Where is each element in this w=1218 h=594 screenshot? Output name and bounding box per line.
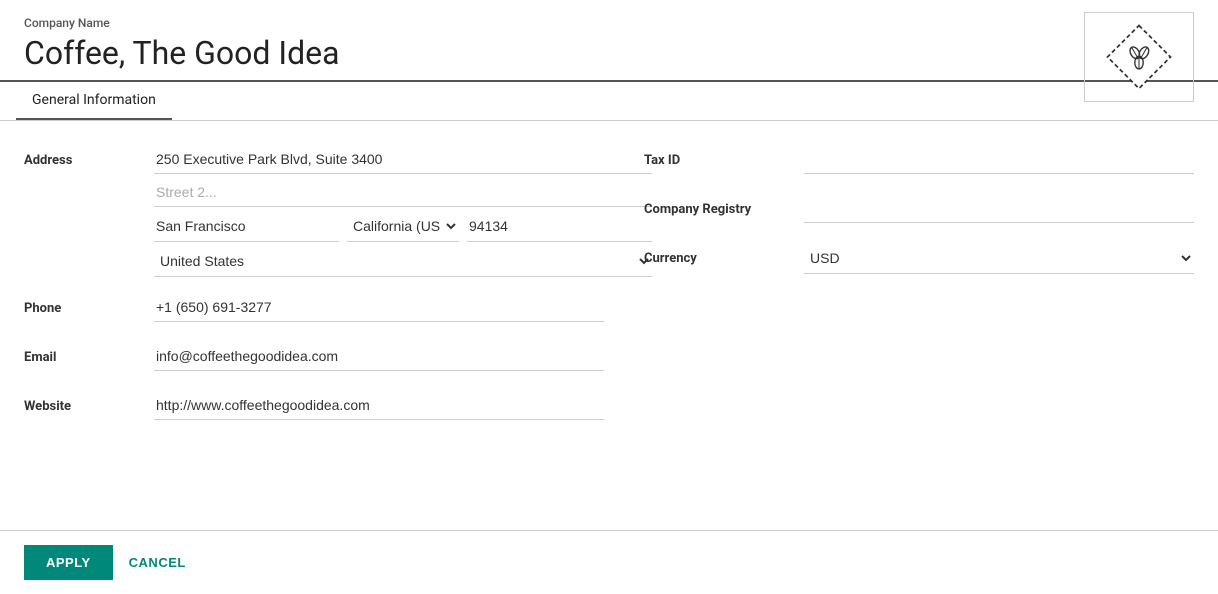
logo-box bbox=[1084, 12, 1194, 102]
currency-label: Currency bbox=[644, 243, 804, 266]
address-inputs: California (US United States bbox=[154, 145, 652, 277]
city-input[interactable] bbox=[154, 211, 339, 242]
company-name-label: Company Name bbox=[24, 16, 1194, 30]
right-column: Tax ID Company Registry Currency USD EUR… bbox=[644, 145, 1194, 506]
header: Company Name Coffee, The Good Idea bbox=[0, 0, 1218, 82]
email-field-row: Email bbox=[24, 342, 604, 375]
tax-id-input[interactable] bbox=[804, 145, 1194, 174]
phone-label: Phone bbox=[24, 293, 154, 316]
company-registry-field-row: Company Registry bbox=[644, 194, 1194, 223]
country-select[interactable]: United States bbox=[154, 246, 652, 277]
footer: APPLY CANCEL bbox=[0, 530, 1218, 594]
company-name-value: Coffee, The Good Idea bbox=[24, 34, 1194, 72]
tax-id-field-row: Tax ID bbox=[644, 145, 1194, 174]
phone-inputs bbox=[154, 293, 604, 326]
zip-input[interactable] bbox=[467, 211, 652, 242]
logo-icon bbox=[1104, 22, 1174, 92]
address-field-row: Address California (US United States bbox=[24, 145, 604, 277]
email-input[interactable] bbox=[154, 342, 604, 371]
city-state-zip-row: California (US bbox=[154, 211, 652, 242]
website-input[interactable] bbox=[154, 391, 604, 420]
currency-field-row: Currency USD EUR GBP bbox=[644, 243, 1194, 274]
content: Address California (US United States bbox=[0, 121, 1218, 530]
currency-select[interactable]: USD EUR GBP bbox=[804, 243, 1194, 274]
country-row: United States bbox=[154, 246, 652, 277]
phone-field-row: Phone bbox=[24, 293, 604, 326]
company-registry-input[interactable] bbox=[804, 194, 1194, 223]
company-registry-label: Company Registry bbox=[644, 194, 804, 217]
apply-button[interactable]: APPLY bbox=[24, 545, 113, 580]
email-inputs bbox=[154, 342, 604, 375]
tax-id-label: Tax ID bbox=[644, 145, 804, 168]
street2-input[interactable] bbox=[154, 178, 652, 207]
left-column: Address California (US United States bbox=[24, 145, 604, 506]
website-inputs bbox=[154, 391, 604, 424]
website-label: Website bbox=[24, 391, 154, 414]
cancel-button[interactable]: CANCEL bbox=[129, 555, 186, 570]
phone-input[interactable] bbox=[154, 293, 604, 322]
address-label: Address bbox=[24, 145, 154, 168]
tab-general-information[interactable]: General Information bbox=[16, 82, 172, 120]
state-select[interactable]: California (US bbox=[347, 211, 459, 242]
tabs: General Information bbox=[0, 82, 1218, 121]
email-label: Email bbox=[24, 342, 154, 365]
page-wrapper: Company Name Coffee, The Good Idea Gener… bbox=[0, 0, 1218, 594]
street1-input[interactable] bbox=[154, 145, 652, 174]
website-field-row: Website bbox=[24, 391, 604, 424]
